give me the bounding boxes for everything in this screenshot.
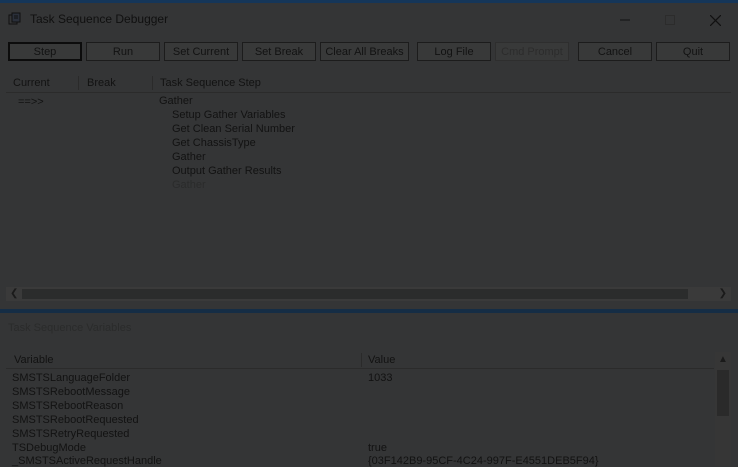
close-icon <box>709 14 721 26</box>
variables-header: Variable Value <box>6 352 714 369</box>
variables-section-title: Task Sequence Variables <box>8 322 132 334</box>
variable-value: 1033 <box>368 372 393 384</box>
step-row[interactable]: Output Gather Results <box>172 165 281 177</box>
variable-name[interactable]: TSDebugMode <box>12 442 86 454</box>
maximize-button[interactable] <box>647 7 693 33</box>
scroll-up-icon[interactable]: ▲ <box>718 354 728 365</box>
cmd-prompt-button[interactable]: Cmd Prompt <box>495 42 569 61</box>
variable-name[interactable]: SMSTSRebootRequested <box>12 414 139 426</box>
set-break-button[interactable]: Set Break <box>242 42 316 61</box>
column-header-current[interactable]: Current <box>13 77 50 89</box>
variable-name[interactable]: SMSTSLanguageFolder <box>12 372 130 384</box>
close-button[interactable] <box>692 7 738 33</box>
step-row[interactable]: Gather <box>172 151 206 163</box>
variable-name[interactable]: SMSTSRebootMessage <box>12 386 130 398</box>
title-bar[interactable]: Task Sequence Debugger <box>0 3 738 34</box>
scroll-left-icon[interactable]: ❮ <box>10 288 18 299</box>
log-file-button[interactable]: Log File <box>417 42 491 61</box>
variables-vertical-scrollbar[interactable]: ▲ <box>715 352 731 466</box>
scrollbar-thumb[interactable] <box>22 289 688 299</box>
scrollbar-thumb[interactable] <box>717 370 729 416</box>
clear-all-breaks-button[interactable]: Clear All Breaks <box>320 42 409 61</box>
steps-horizontal-scrollbar[interactable]: ❮ ❯ <box>6 287 731 301</box>
step-row[interactable]: Get ChassisType <box>172 137 256 149</box>
current-step-marker: ==>> <box>18 96 44 108</box>
variable-name[interactable]: _SMSTSActiveRequestHandle <box>12 455 162 467</box>
app-icon <box>8 12 22 26</box>
minimize-button[interactable] <box>602 7 648 33</box>
toolbar: Step Run Set Current Set Break Clear All… <box>0 38 738 64</box>
column-divider[interactable] <box>361 353 362 367</box>
variable-name[interactable]: SMSTSRebootReason <box>12 400 123 412</box>
variable-value: {03F142B9-95CF-4C24-997F-E4551DEB5F94} <box>368 455 599 467</box>
step-row[interactable]: Setup Gather Variables <box>172 109 286 121</box>
steps-header: Current Break Task Sequence Step <box>6 75 731 93</box>
window-title: Task Sequence Debugger <box>30 12 169 26</box>
minimize-icon <box>620 19 630 21</box>
column-header-variable[interactable]: Variable <box>14 354 54 366</box>
variable-value: true <box>368 442 387 454</box>
set-current-button[interactable]: Set Current <box>164 42 238 61</box>
step-row[interactable]: Gather <box>159 95 193 107</box>
scroll-right-icon[interactable]: ❯ <box>719 288 727 299</box>
column-header-step[interactable]: Task Sequence Step <box>160 77 261 89</box>
maximize-icon <box>665 15 675 25</box>
cancel-button[interactable]: Cancel <box>578 42 652 61</box>
step-row[interactable]: Gather <box>172 179 206 191</box>
variable-name[interactable]: SMSTSRetryRequested <box>12 428 129 440</box>
run-button[interactable]: Run <box>86 42 160 61</box>
step-button[interactable]: Step <box>8 42 82 61</box>
column-header-break[interactable]: Break <box>87 77 116 89</box>
step-row[interactable]: Get Clean Serial Number <box>172 123 295 135</box>
pane-splitter[interactable] <box>0 309 738 313</box>
column-divider[interactable] <box>152 76 153 90</box>
quit-button[interactable]: Quit <box>656 42 730 61</box>
column-header-value[interactable]: Value <box>368 354 395 366</box>
column-divider[interactable] <box>78 76 79 90</box>
